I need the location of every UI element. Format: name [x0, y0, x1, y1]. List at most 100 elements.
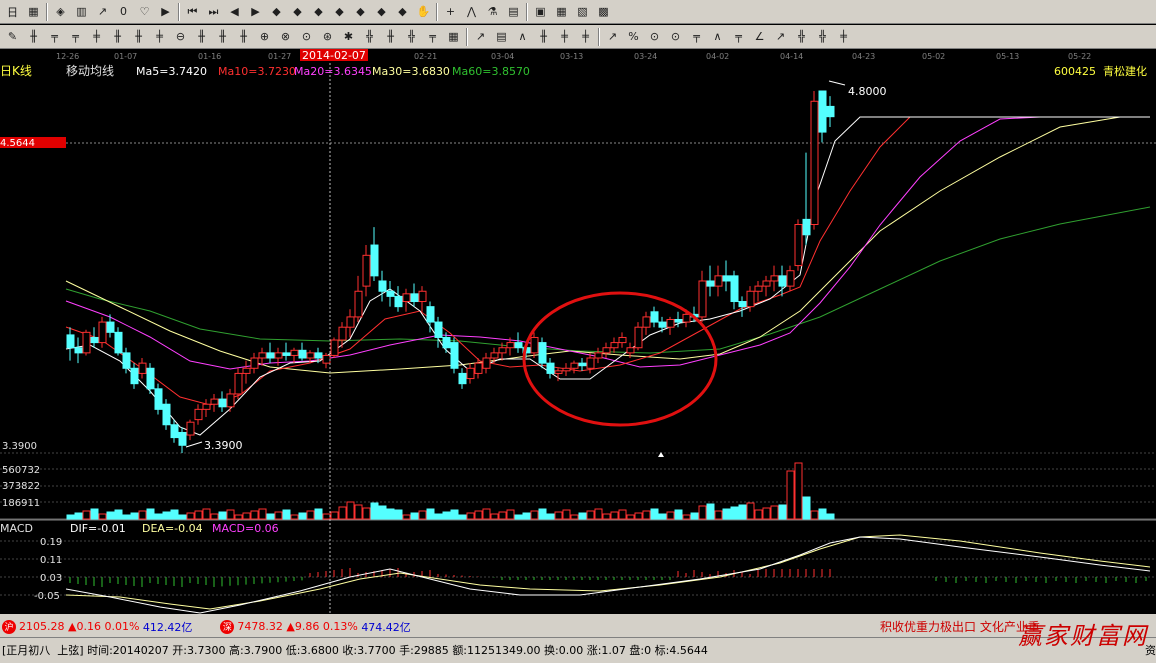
- tb2-tool-17-icon[interactable]: ╬: [359, 27, 380, 47]
- chart-canvas[interactable]: 12-2601-0701-1601-2702-1202-2103-0403-13…: [0, 49, 1156, 614]
- volume-bar: [258, 508, 267, 520]
- volume-bar: [322, 513, 331, 520]
- volume-bar: [250, 510, 259, 520]
- plus-diamond-icon[interactable]: ◆: [350, 2, 371, 22]
- tb2-tool-9-icon[interactable]: ╫: [191, 27, 212, 47]
- save-icon[interactable]: ▦: [551, 2, 572, 22]
- tb2-tool-15-icon[interactable]: ⊛: [317, 27, 338, 47]
- up-diamond-icon[interactable]: ◆: [266, 2, 287, 22]
- tb2-tool-5-icon[interactable]: ╫: [107, 27, 128, 47]
- tb2-tool-26-icon[interactable]: ╪: [554, 27, 575, 47]
- candle-body: [770, 275, 779, 282]
- sz-pct: 0.13%: [322, 620, 358, 633]
- down-diamond-icon[interactable]: ◆: [308, 2, 329, 22]
- tb2-tool-36-icon[interactable]: ↗: [770, 27, 791, 47]
- volume-bar: [522, 512, 531, 520]
- left-icon[interactable]: ◀: [224, 2, 245, 22]
- scroll-news[interactable]: 积收优重力极出口 文化产业重组: [880, 618, 1040, 635]
- period-label: 日K线: [0, 64, 32, 78]
- tb2-tool-4-icon[interactable]: ╪: [86, 27, 107, 47]
- volume-bar: [138, 510, 147, 520]
- volume-bar: [162, 511, 171, 520]
- minus-diamond-icon[interactable]: ◆: [371, 2, 392, 22]
- sh-badge[interactable]: 沪: [2, 619, 16, 634]
- quote-low: 低:3.6800: [285, 644, 339, 657]
- tb2-tool-8-icon[interactable]: ⊖: [170, 27, 191, 47]
- tb2-tool-3-icon[interactable]: ╤: [65, 27, 86, 47]
- tb2-tool-23-icon[interactable]: ▤: [491, 27, 512, 47]
- macd-axis-1: 0.19: [40, 537, 62, 548]
- stock-code: 600425: [1054, 65, 1096, 78]
- tb2-tool-30-icon[interactable]: ⊙: [644, 27, 665, 47]
- tb2-tool-31-icon[interactable]: ⊙: [665, 27, 686, 47]
- tb2-tool-39-icon[interactable]: ╪: [833, 27, 854, 47]
- print-icon[interactable]: ▧: [572, 2, 593, 22]
- main-toolbar: 日 ▦ ◈ ▥ ↗ 0 ♡ ▶ ⏮ ⏭ ◀ ▶ ◆ ◆ ◆ ◆ ◆ ◆ ◆ ✋ + ⋀ ⚗ ▤ ▣ ▦ ▧ ▩: [0, 0, 1156, 24]
- film-icon[interactable]: ▤: [503, 2, 524, 22]
- tb2-tool-38-icon[interactable]: ╬: [812, 27, 833, 47]
- tb2-tool-12-icon[interactable]: ⊕: [254, 27, 275, 47]
- tb2-tool-18-icon[interactable]: ╫: [380, 27, 401, 47]
- cross-diamond-icon[interactable]: ◆: [392, 2, 413, 22]
- tb2-tool-11-icon[interactable]: ╫: [233, 27, 254, 47]
- tb2-tool-20-icon[interactable]: ╤: [422, 27, 443, 47]
- hand-icon[interactable]: ✋: [413, 2, 434, 22]
- volume-bar: [362, 507, 371, 520]
- quote-rise: 涨:1.07: [586, 644, 626, 657]
- tb2-tool-1-icon[interactable]: ╫: [23, 27, 44, 47]
- tb2-tool-33-icon[interactable]: ∧: [707, 27, 728, 47]
- digit-icon[interactable]: 0: [113, 2, 134, 22]
- tb2-tool-7-icon[interactable]: ╪: [149, 27, 170, 47]
- calc-icon[interactable]: ▣: [530, 2, 551, 22]
- kline-chart[interactable]: 12-2601-0701-1601-2702-1202-2103-0403-13…: [0, 49, 1156, 614]
- crosshair-icon[interactable]: +: [440, 2, 461, 22]
- tb2-tool-34-icon[interactable]: ╤: [728, 27, 749, 47]
- tb2-tool-22-icon[interactable]: ↗: [470, 27, 491, 47]
- right-icon[interactable]: ▶: [245, 2, 266, 22]
- grid-icon[interactable]: ▦: [23, 2, 44, 22]
- tb2-tool-14-icon[interactable]: ⊙: [296, 27, 317, 47]
- candle-body: [370, 244, 379, 277]
- tb2-tool-10-icon[interactable]: ╫: [212, 27, 233, 47]
- tb2-tool-21-icon[interactable]: ▦: [443, 27, 464, 47]
- candle-body: [242, 367, 251, 374]
- macd-value-label: MACD=0.06: [212, 522, 279, 535]
- chart-up-icon[interactable]: ↗: [92, 2, 113, 22]
- down2-diamond-icon[interactable]: ◆: [329, 2, 350, 22]
- candle-body: [394, 295, 403, 308]
- flask-icon[interactable]: ⚗: [482, 2, 503, 22]
- tb2-tool-19-icon[interactable]: ╬: [401, 27, 422, 47]
- last-icon[interactable]: ⏭: [203, 2, 224, 22]
- volume-bar: [146, 508, 155, 520]
- tb2-tool-27-icon[interactable]: ╪: [575, 27, 596, 47]
- tb2-tool-32-icon[interactable]: ╤: [686, 27, 707, 47]
- tb2-tool-2-icon[interactable]: ╤: [44, 27, 65, 47]
- tb2-tool-16-icon[interactable]: ✱: [338, 27, 359, 47]
- tb2-tool-25-icon[interactable]: ╫: [533, 27, 554, 47]
- candle-body: [138, 362, 147, 374]
- play-icon[interactable]: ▶: [155, 2, 176, 22]
- tb2-tool-0-icon[interactable]: ✎: [2, 27, 23, 47]
- tb2-tool-37-icon[interactable]: ╬: [791, 27, 812, 47]
- tb2-tool-6-icon[interactable]: ╫: [128, 27, 149, 47]
- tb2-tool-29-icon[interactable]: %: [623, 27, 644, 47]
- zigzag-icon[interactable]: ⋀: [461, 2, 482, 22]
- volume-bar: [490, 513, 499, 520]
- book-icon[interactable]: ◈: [50, 2, 71, 22]
- tb2-tool-24-icon[interactable]: ∧: [512, 27, 533, 47]
- volume-bar: [498, 511, 507, 520]
- first-icon[interactable]: ⏮: [182, 2, 203, 22]
- tb2-tool-28-icon[interactable]: ↗: [602, 27, 623, 47]
- quote-pan: 盘:0: [629, 644, 652, 657]
- eye-icon[interactable]: ♡: [134, 2, 155, 22]
- sz-badge[interactable]: 深: [220, 619, 235, 634]
- tb2-tool-13-icon[interactable]: ⊗: [275, 27, 296, 47]
- photo-icon[interactable]: ▩: [593, 2, 614, 22]
- candle-body: [426, 306, 435, 323]
- candle-body: [226, 393, 235, 408]
- up2-diamond-icon[interactable]: ◆: [287, 2, 308, 22]
- bars-icon[interactable]: ▥: [71, 2, 92, 22]
- calendar-icon[interactable]: 日: [2, 2, 23, 22]
- tb2-tool-35-icon[interactable]: ∠: [749, 27, 770, 47]
- sz-amount: 474.42亿: [361, 620, 411, 634]
